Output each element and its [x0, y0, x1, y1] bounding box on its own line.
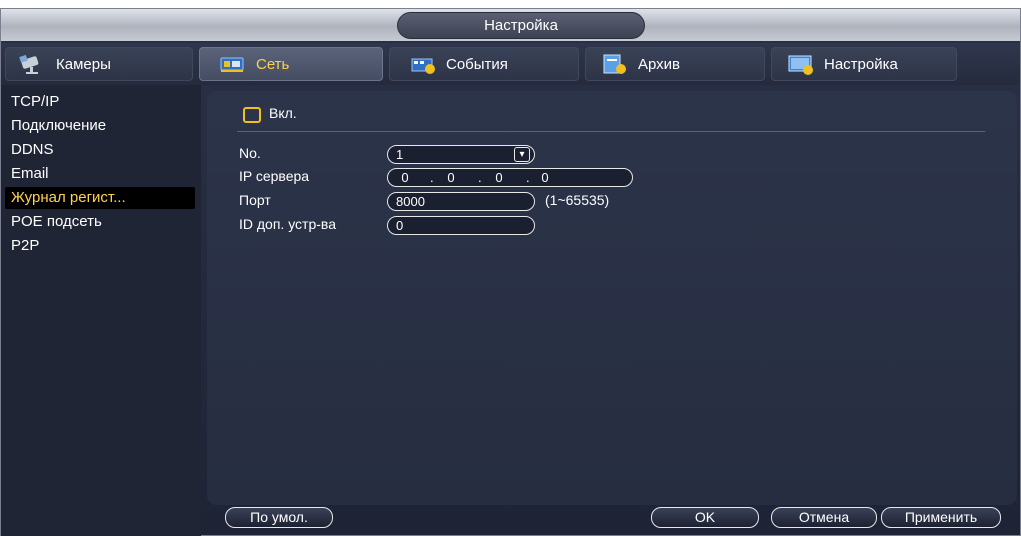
sidebar-item-poe-subnet[interactable]: POE подсеть	[11, 211, 102, 233]
ip-octet-2[interactable]: 0	[440, 169, 462, 186]
server-ip-label: IP сервера	[239, 168, 310, 184]
sidebar-item-tcpip[interactable]: TCP/IP	[11, 91, 59, 113]
camera-icon	[18, 53, 48, 75]
server-ip-input[interactable]: 0 . 0 . 0 . 0	[387, 168, 633, 187]
tab-events[interactable]: События	[389, 47, 579, 81]
settings-panel: Вкл. No. 1 ▾ IP сервера 0 . 0 . 0 . 0 По…	[207, 91, 1017, 505]
sidebar-item-connection[interactable]: Подключение	[11, 115, 106, 137]
enable-checkbox[interactable]	[243, 107, 261, 123]
port-input[interactable]: 8000	[387, 192, 535, 211]
tab-network-label: Сеть	[256, 55, 290, 73]
network-icon	[218, 53, 248, 75]
port-label: Порт	[239, 192, 271, 208]
tab-cameras[interactable]: Камеры	[5, 47, 193, 81]
settings-window: Настройка Камеры Сеть События Архив Наст…	[0, 8, 1021, 536]
tab-network[interactable]: Сеть	[199, 47, 383, 81]
ip-dot: .	[478, 170, 482, 185]
enable-label: Вкл.	[269, 105, 297, 121]
tab-events-label: События	[446, 55, 508, 73]
ip-octet-4[interactable]: 0	[534, 169, 556, 186]
settings-icon	[786, 53, 816, 75]
port-range-hint: (1~65535)	[545, 192, 610, 208]
archive-icon	[600, 53, 630, 75]
apply-button[interactable]: Применить	[881, 507, 1001, 528]
default-button[interactable]: По умол.	[225, 507, 333, 528]
no-select-value: 1	[396, 147, 404, 162]
sidebar: TCP/IP Подключение DDNS Email Журнал рег…	[1, 85, 201, 536]
sidebar-item-email[interactable]: Email	[11, 163, 49, 185]
ip-octet-3[interactable]: 0	[488, 169, 510, 186]
tab-archive[interactable]: Архив	[585, 47, 765, 81]
events-icon	[408, 53, 438, 75]
cancel-button[interactable]: Отмена	[771, 507, 877, 528]
device-id-input[interactable]: 0	[387, 216, 535, 235]
main-tabs: Камеры Сеть События Архив Настройка	[1, 43, 1020, 85]
tab-cameras-label: Камеры	[56, 55, 111, 73]
tab-settings[interactable]: Настройка	[771, 47, 957, 81]
window-title: Настройка	[397, 12, 645, 39]
chevron-down-icon[interactable]: ▾	[514, 147, 530, 162]
tab-archive-label: Архив	[638, 55, 681, 73]
sidebar-item-registration-log[interactable]: Журнал регист...	[5, 187, 195, 209]
ip-octet-1[interactable]: 0	[394, 169, 416, 186]
ip-dot: .	[526, 170, 530, 185]
no-label: No.	[239, 145, 261, 161]
no-select[interactable]: 1 ▾	[387, 145, 535, 164]
ok-button[interactable]: OK	[651, 507, 759, 528]
device-id-label: ID доп. устр-ва	[239, 216, 336, 232]
title-bar: Настройка	[1, 9, 1020, 41]
sidebar-item-p2p[interactable]: P2P	[11, 235, 39, 257]
sidebar-item-ddns[interactable]: DDNS	[11, 139, 54, 161]
tab-settings-label: Настройка	[824, 55, 898, 73]
ip-dot: .	[430, 170, 434, 185]
divider	[237, 131, 985, 132]
